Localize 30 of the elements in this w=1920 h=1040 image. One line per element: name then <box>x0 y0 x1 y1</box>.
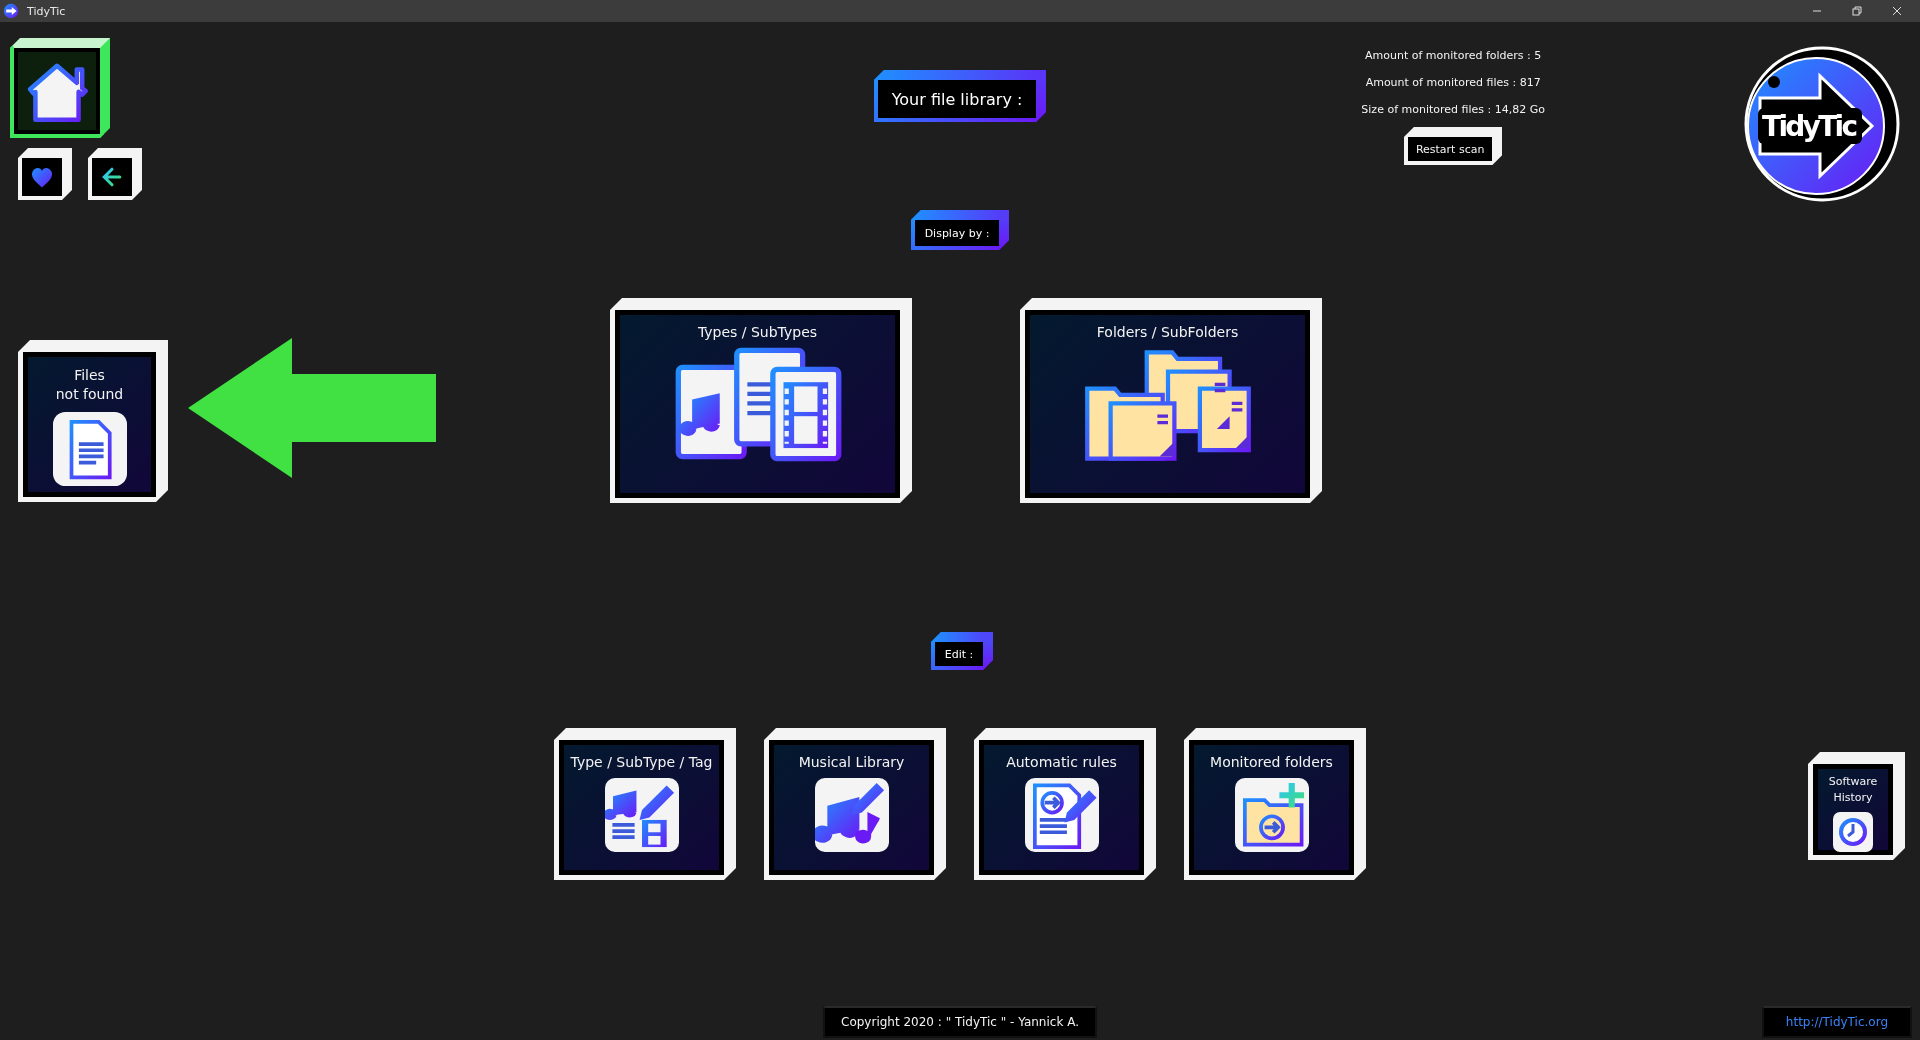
stat-text: Amount of monitored files : 817 <box>1365 75 1541 91</box>
document-edit-icon <box>1024 778 1099 852</box>
window-title: TidyTic <box>27 4 66 18</box>
home-button[interactable] <box>10 38 110 138</box>
software-history-button[interactable]: Software History <box>1808 752 1905 860</box>
stat-text: Size of monitored files : 14,82 Go <box>1361 102 1545 118</box>
edit-option-card[interactable]: Monitored folders <box>1184 728 1366 880</box>
display-option-card[interactable]: Folders / SubFolders <box>1020 298 1322 503</box>
section-heading: Your file library : <box>873 70 1047 122</box>
copyright-text: Copyright 2020 : " TidyTic " - Yannick A. <box>823 1006 1097 1038</box>
app-icon <box>3 3 19 19</box>
edit-option-card[interactable]: Automatic rules <box>974 728 1156 880</box>
back-button[interactable] <box>88 148 142 200</box>
clock-icon <box>1833 812 1873 852</box>
document-icon <box>52 412 127 486</box>
stat-text: Amount of monitored folders : 5 <box>1365 48 1542 64</box>
favorites-button[interactable] <box>18 148 72 200</box>
section-heading: Display by : <box>910 210 1010 250</box>
close-icon[interactable] <box>1892 6 1902 16</box>
files-not-found-button[interactable]: Files not found <box>18 340 168 502</box>
restart-scan-button[interactable]: Restart scan <box>1403 127 1503 165</box>
folder-add-icon <box>1234 778 1309 852</box>
music-edit-icon <box>814 778 889 852</box>
section-heading: Edit : <box>930 632 994 670</box>
edit-option-card[interactable]: Musical Library <box>764 728 946 880</box>
display-option-card[interactable]: Types / SubTypes <box>610 298 912 503</box>
edit-option-card[interactable]: Type / SubType / Tag <box>554 728 736 880</box>
media-edit-icon <box>604 778 679 852</box>
website-link[interactable]: http://TidyTic.org <box>1761 1006 1912 1038</box>
restore-icon[interactable] <box>1852 6 1862 16</box>
